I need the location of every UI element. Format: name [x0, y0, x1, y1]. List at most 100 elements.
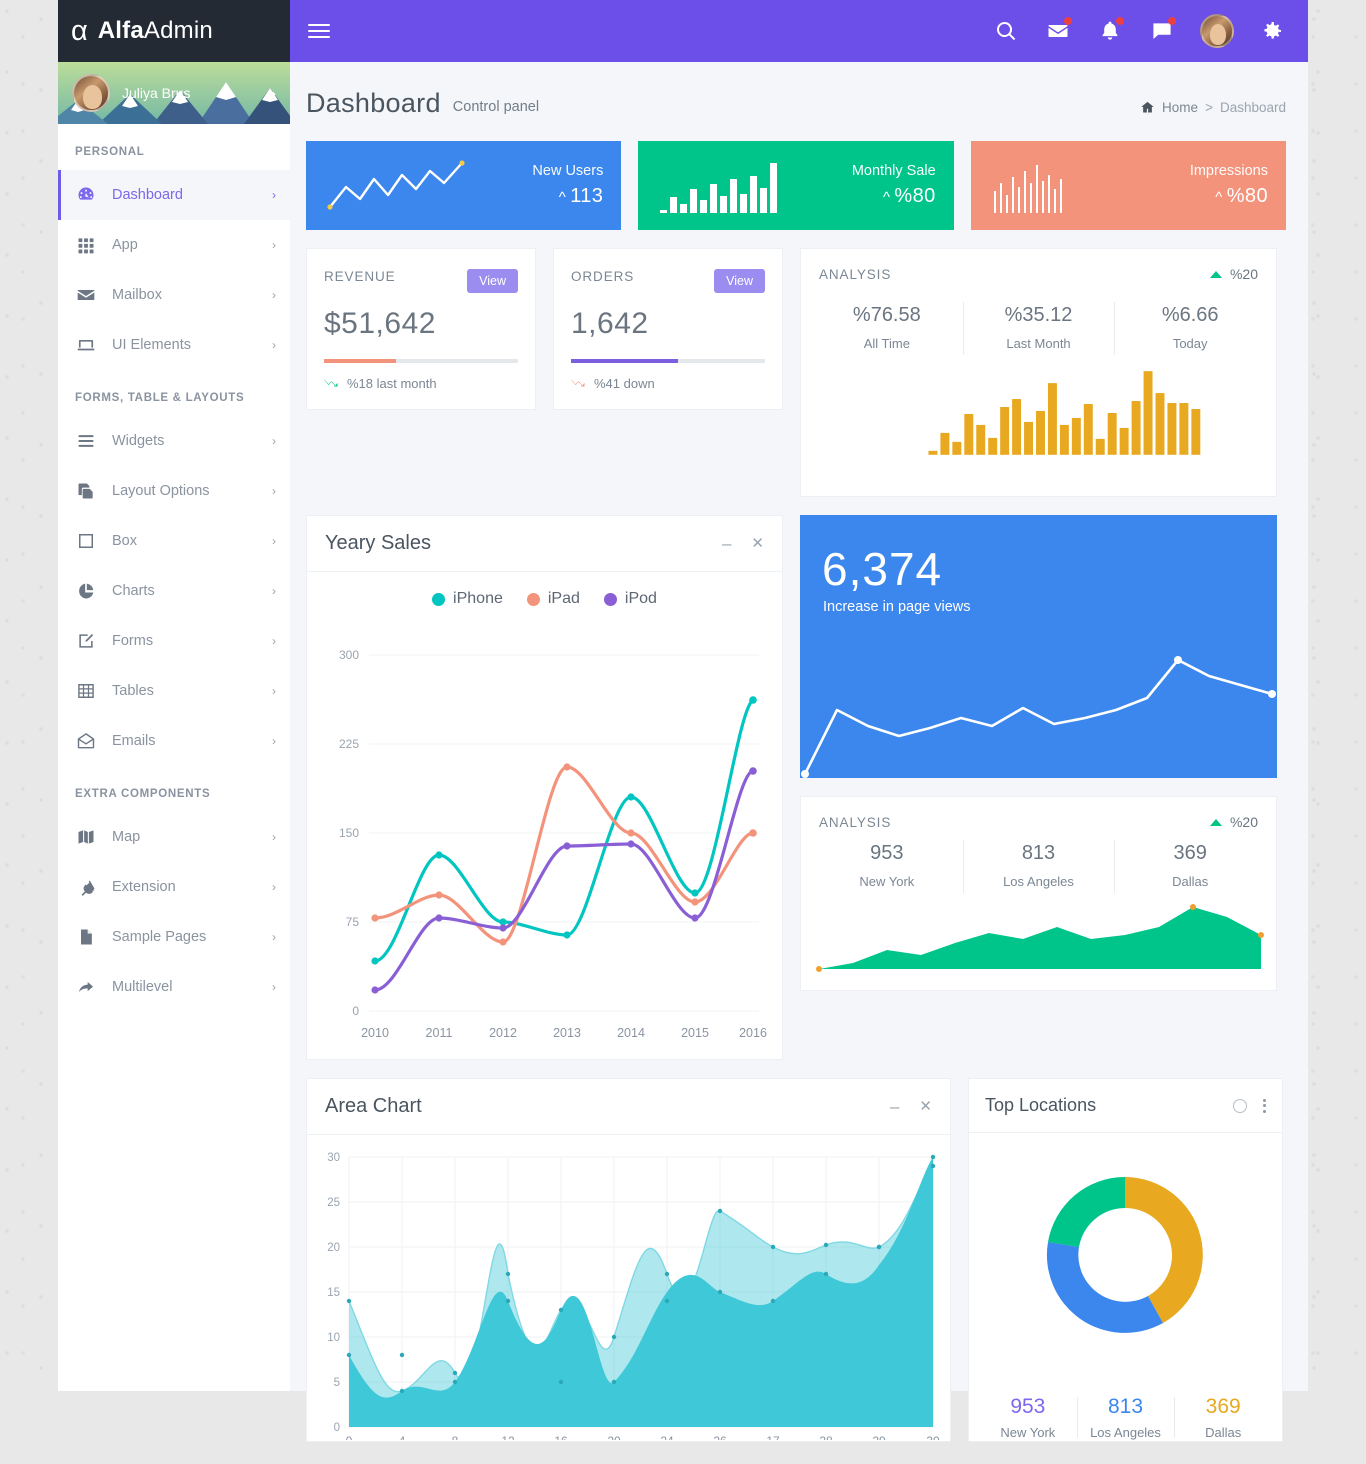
- legend-label: iPod: [624, 590, 657, 607]
- orders-footer: %41 down: [571, 376, 765, 391]
- area-chart-title: Area Chart: [325, 1095, 422, 1117]
- banner-monthly-sale[interactable]: Monthly Sale ^ %80: [638, 141, 954, 230]
- orders-view-button[interactable]: View: [714, 269, 765, 293]
- chevron-right-icon: ›: [272, 684, 276, 698]
- yearly-sales-header: Yeary Sales – ✕: [307, 516, 782, 572]
- close-icon[interactable]: ✕: [919, 1099, 932, 1114]
- svg-text:0: 0: [352, 1004, 359, 1018]
- sidebar-item-label: Emails: [112, 733, 156, 749]
- svg-text:2015: 2015: [681, 1026, 709, 1040]
- page-header: Dashboard Control panel Home > Dashboard: [306, 84, 1286, 141]
- chevron-right-icon: ›: [272, 534, 276, 548]
- sidebar-item-mailbox[interactable]: Mailbox ›: [58, 270, 290, 320]
- sidebar-item-extension[interactable]: Extension ›: [58, 862, 290, 912]
- stat-value: %76.58: [852, 304, 921, 326]
- legend-ipad[interactable]: iPad: [526, 590, 580, 608]
- revenue-view-button[interactable]: View: [467, 269, 518, 293]
- analysis-bottom-title: ANALYSIS: [819, 814, 892, 830]
- stat-label: Last Month: [1006, 336, 1071, 351]
- sidebar-item-tables[interactable]: Tables ›: [58, 666, 290, 716]
- top-locations-legend: 953 New York 813 Los Angeles 369 Dallas: [969, 1373, 1282, 1464]
- topbar-icons: [992, 14, 1286, 48]
- revenue-footer: %18 last month: [324, 376, 518, 391]
- close-icon[interactable]: ✕: [751, 536, 764, 551]
- svg-text:2016: 2016: [739, 1026, 767, 1040]
- banner-text: New Users ^ 113: [532, 163, 603, 208]
- minimize-icon[interactable]: –: [890, 1098, 899, 1115]
- triangle-up-icon: [1209, 270, 1222, 278]
- sidebar-item-label: Extension: [112, 879, 176, 895]
- sidebar-item-widgets[interactable]: Widgets ›: [58, 416, 290, 466]
- top-locations-column: Top Locations 953 New York 813 Los Angel…: [968, 1078, 1283, 1442]
- avatar[interactable]: [1200, 14, 1234, 48]
- yearly-sales-panel: Yeary Sales – ✕ iPhone iPad iPod 300 225…: [306, 515, 783, 1060]
- legend-label: Los Angeles: [1090, 1425, 1161, 1440]
- copy-icon: [75, 480, 97, 502]
- analysis-top-percent-value: %20: [1229, 266, 1258, 282]
- mail-icon[interactable]: [1044, 17, 1072, 45]
- edit-icon: [75, 630, 97, 652]
- more-options-icon[interactable]: [1263, 1098, 1266, 1113]
- sidebar-item-ui-elements[interactable]: UI Elements ›: [58, 320, 290, 370]
- sidebar-item-box[interactable]: Box ›: [58, 516, 290, 566]
- sidebar-item-forms[interactable]: Forms ›: [58, 616, 290, 666]
- trend-down-icon: [324, 379, 338, 387]
- sidebar-item-emails[interactable]: Emails ›: [58, 716, 290, 766]
- row-charts: Yeary Sales – ✕ iPhone iPad iPod 300 225…: [306, 515, 1286, 1060]
- legend-ipod[interactable]: iPod: [603, 590, 657, 608]
- page-views-value: 6,374: [822, 543, 943, 595]
- sidebar-item-map[interactable]: Map ›: [58, 812, 290, 862]
- sidebar-item-dashboard[interactable]: Dashboard ›: [58, 170, 290, 220]
- laptop-icon: [75, 334, 97, 356]
- banner-new-users[interactable]: New Users ^ 113: [306, 141, 622, 230]
- bell-icon[interactable]: [1096, 17, 1124, 45]
- dashboard-icon: [75, 184, 97, 206]
- chevron-right-icon: ›: [272, 584, 276, 598]
- chevron-right-icon: ›: [272, 980, 276, 994]
- stat-banners: New Users ^ 113 Monthly Sale ^ %80 Impre…: [306, 141, 1286, 230]
- sidebar-heading-personal: PERSONAL: [75, 146, 145, 158]
- svg-text:28: 28: [819, 1434, 833, 1440]
- chevron-right-icon: ›: [272, 930, 276, 944]
- sidebar-item-label: Sample Pages: [112, 929, 207, 945]
- sidebar-item-layout-options[interactable]: Layout Options ›: [58, 466, 290, 516]
- analysis-area-chart: [816, 904, 1264, 972]
- legend-value: 813: [1107, 1395, 1144, 1418]
- top-locations-title: Top Locations: [985, 1095, 1097, 1115]
- gear-icon[interactable]: [1258, 17, 1286, 45]
- stat-new-york: 953 New York: [811, 840, 963, 895]
- stat-value: 953: [870, 842, 904, 864]
- row-bottom: Area Chart – ✕ 30 25 20 15 10 5 0 Top Lo…: [306, 1078, 1286, 1448]
- sidebar-profile[interactable]: Juliya Brus ›: [58, 62, 290, 124]
- chevron-right-icon: ›: [272, 188, 276, 202]
- sidebar-item-multilevel[interactable]: Multilevel ›: [58, 962, 290, 1012]
- minimize-icon[interactable]: –: [722, 535, 731, 552]
- stat-value: 813: [1021, 842, 1056, 864]
- row-minis-analysis: REVENUE View $51,642 %18 last month ORDE…: [306, 248, 1286, 497]
- yearly-sales-legend: iPhone iPad iPod: [307, 572, 782, 612]
- circle-icon[interactable]: [1233, 1098, 1247, 1113]
- svg-text:24: 24: [660, 1434, 674, 1440]
- legend-los-angeles: 813 Los Angeles: [1076, 1395, 1175, 1440]
- sidebar-item-app[interactable]: App ›: [58, 220, 290, 270]
- chevron-right-icon: ›: [272, 880, 276, 894]
- sidebar-item-charts[interactable]: Charts ›: [58, 566, 290, 616]
- svg-text:4: 4: [399, 1434, 406, 1440]
- sidebar-item-sample-pages[interactable]: Sample Pages ›: [58, 912, 290, 962]
- new-users-sparkline: [327, 159, 465, 210]
- banner-number: 113: [570, 185, 604, 207]
- search-icon[interactable]: [992, 17, 1020, 45]
- banner-impressions[interactable]: Impressions ^ %80: [970, 141, 1286, 230]
- arrow-share-icon: [75, 976, 97, 998]
- brand[interactable]: α AlfaAdmin: [58, 0, 290, 62]
- area-chart-panel: Area Chart – ✕ 30 25 20 15 10 5 0: [306, 1078, 951, 1448]
- hamburger-menu-icon[interactable]: [308, 24, 330, 38]
- breadcrumb-home[interactable]: Home: [1162, 100, 1198, 115]
- legend-iphone[interactable]: iPhone: [432, 590, 503, 608]
- chat-icon[interactable]: [1148, 17, 1176, 45]
- trend-down-icon: [571, 379, 585, 387]
- revenue-card: REVENUE View $51,642 %18 last month: [306, 248, 536, 410]
- right-column-top: ANALYSIS %20 %76.58 All Time %35.12 Last…: [800, 248, 1277, 497]
- left-column-top: REVENUE View $51,642 %18 last month ORDE…: [306, 248, 783, 410]
- svg-text:8: 8: [452, 1434, 459, 1440]
